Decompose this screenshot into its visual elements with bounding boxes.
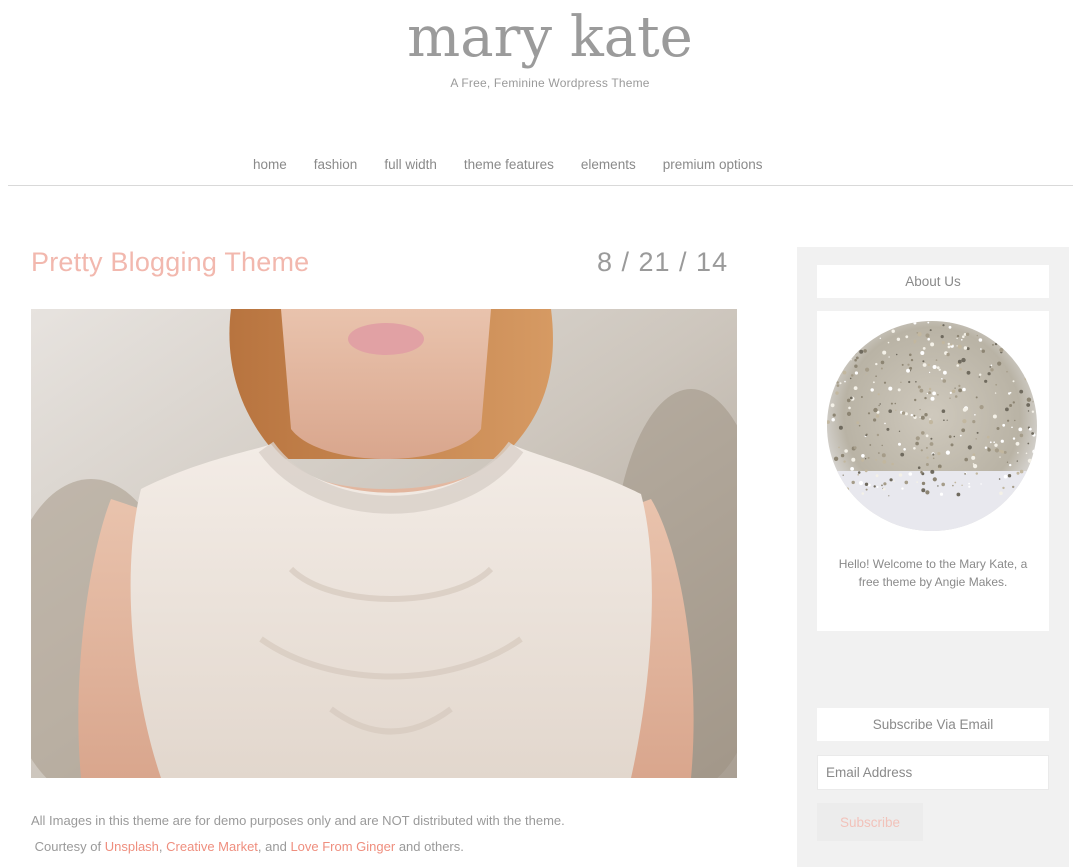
courtesy-prefix: Courtesy of xyxy=(34,839,105,854)
unsplash-link[interactable]: Unsplash xyxy=(105,839,159,854)
site-title[interactable]: mary kate xyxy=(0,2,1073,74)
subscribe-title: Subscribe Via Email xyxy=(817,708,1049,741)
nav-item-theme-features[interactable]: theme features xyxy=(464,157,554,172)
post-date: 8 / 21 / 14 xyxy=(597,247,729,277)
nav-list: home fashion full width theme features e… xyxy=(253,157,790,172)
glitter-illustration xyxy=(827,321,1037,531)
nav-item-full-width[interactable]: full width xyxy=(384,157,437,172)
main-navigation: home fashion full width theme features e… xyxy=(8,150,1073,186)
post-body-line2: Courtesy of Unsplash, Creative Market, a… xyxy=(31,834,731,860)
nav-item-premium-options[interactable]: premium options xyxy=(663,157,763,172)
post-image-illustration xyxy=(31,309,737,778)
site-tagline: A Free, Feminine Wordpress Theme xyxy=(450,76,650,90)
glitter-avatar-image xyxy=(827,321,1037,531)
courtesy-suffix: and others. xyxy=(395,839,464,854)
email-address-input[interactable] xyxy=(817,755,1049,790)
post-body: All Images in this theme are for demo pu… xyxy=(31,808,731,860)
about-us-text: Hello! Welcome to the Mary Kate, a free … xyxy=(838,557,1028,589)
nav-item-elements[interactable]: elements xyxy=(581,157,636,172)
post-title[interactable]: Pretty Blogging Theme xyxy=(31,247,309,278)
post-featured-image[interactable] xyxy=(31,309,737,778)
separator: , and xyxy=(257,839,291,854)
love-from-ginger-link[interactable]: Love From Ginger xyxy=(290,839,395,854)
sidebar: About Us Hello! Welcome to the Mary Kate… xyxy=(797,247,1069,867)
subscribe-button[interactable]: Subscribe xyxy=(817,803,923,841)
nav-item-fashion[interactable]: fashion xyxy=(314,157,358,172)
about-us-widget: Hello! Welcome to the Mary Kate, a free … xyxy=(817,311,1049,631)
about-us-title: About Us xyxy=(817,265,1049,298)
creative-market-link[interactable]: Creative Market xyxy=(166,839,258,854)
post-body-line1: All Images in this theme are for demo pu… xyxy=(31,813,565,828)
nav-item-home[interactable]: home xyxy=(253,157,287,172)
